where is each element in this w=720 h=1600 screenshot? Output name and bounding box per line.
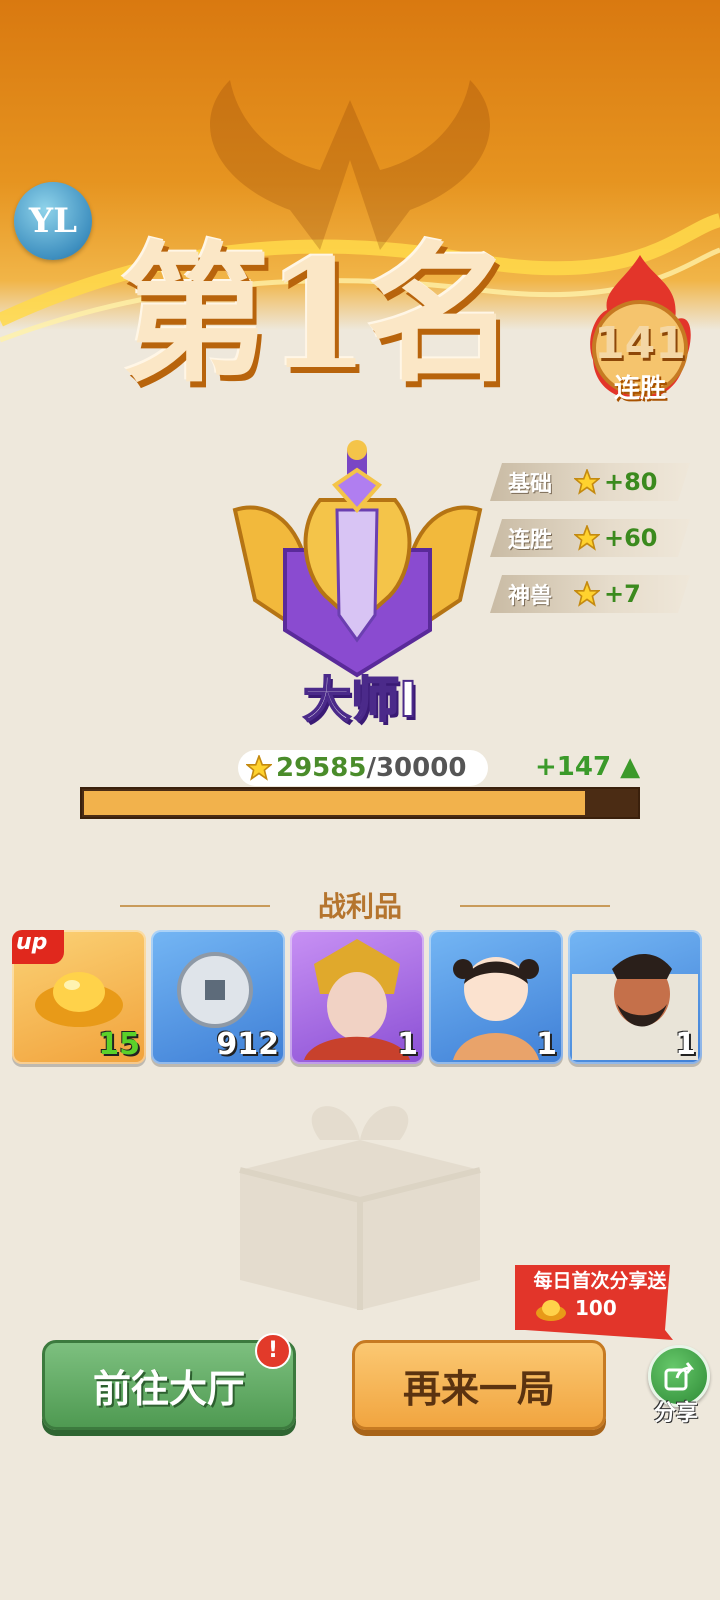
loot-title: 战利品 [317,890,402,923]
bonus-row-streak: 连胜 +60 [490,519,690,557]
share-label: 分享 [653,1401,698,1426]
up-badge: up [12,930,64,964]
reward-qty: 1 [675,1027,696,1062]
bonus-value: +80 [604,468,658,496]
alert-badge: ! [255,1333,291,1369]
reward-qty: 15 [98,1027,140,1062]
score-current: 29585 [276,753,367,783]
avatar-logo-text: YL [28,201,78,241]
reward-item-hero-child[interactable]: 1 [429,930,563,1064]
reward-qty: 912 [216,1027,279,1062]
share-reward-promo[interactable]: 每日首次分享送 100 [515,1260,675,1340]
bonus-row-beast: 神兽 +7 [490,575,690,613]
play-again-button[interactable]: 再来一局 [352,1340,606,1430]
rank-progress-fill [84,791,585,815]
reward-item-gold-ingot[interactable]: up 15 [12,930,146,1064]
star-icon [574,469,600,495]
score-max: /30000 [366,753,467,783]
up-arrow-icon: ▲ [620,752,641,782]
bonus-row-base: 基础 +80 [490,463,690,501]
bonus-label: 神兽 [508,584,553,609]
bonus-label: 连胜 [508,528,553,553]
reward-item-silver-coin[interactable]: 912 [151,930,285,1064]
star-icon [246,755,272,781]
star-icon [574,525,600,551]
reward-item-hero-general[interactable]: 1 [568,930,702,1064]
rank-progress-bar [80,787,640,819]
share-icon [664,1362,695,1391]
reward-list: up 15 912 1 1 1 [12,930,712,1066]
score-display: 29585 /30000 [238,750,488,786]
star-icon [574,581,600,607]
score-gain-value: +147 [535,752,612,782]
win-streak-count: 141 [594,318,686,369]
bonus-value: +60 [604,524,658,552]
win-streak-label: 连胜 [613,374,666,404]
master-rank-emblem-icon [232,440,483,678]
win-streak-badge: 141 连胜 [585,255,695,410]
reward-item-hero-warrior[interactable]: 1 [290,930,424,1064]
share-promo-amount: 100 [575,1296,617,1320]
player-avatar[interactable]: YL [14,182,92,260]
silver-coin-icon [177,952,253,1028]
reward-qty: 1 [536,1027,557,1062]
reward-qty: 1 [397,1027,418,1062]
bonus-label: 基础 [508,472,553,497]
share-promo-text: 每日首次分享送 [533,1270,667,1292]
gift-box-decoration [239,1106,481,1310]
bonus-value: +7 [604,580,641,608]
gold-ingot-icon [536,1300,566,1321]
rank-title: 第1名 [120,227,516,403]
gold-ingot-icon [35,972,123,1027]
divider-right [460,905,610,907]
score-gain: +147 ▲ [535,752,640,782]
tier-name: 大师Ⅰ [302,671,418,729]
